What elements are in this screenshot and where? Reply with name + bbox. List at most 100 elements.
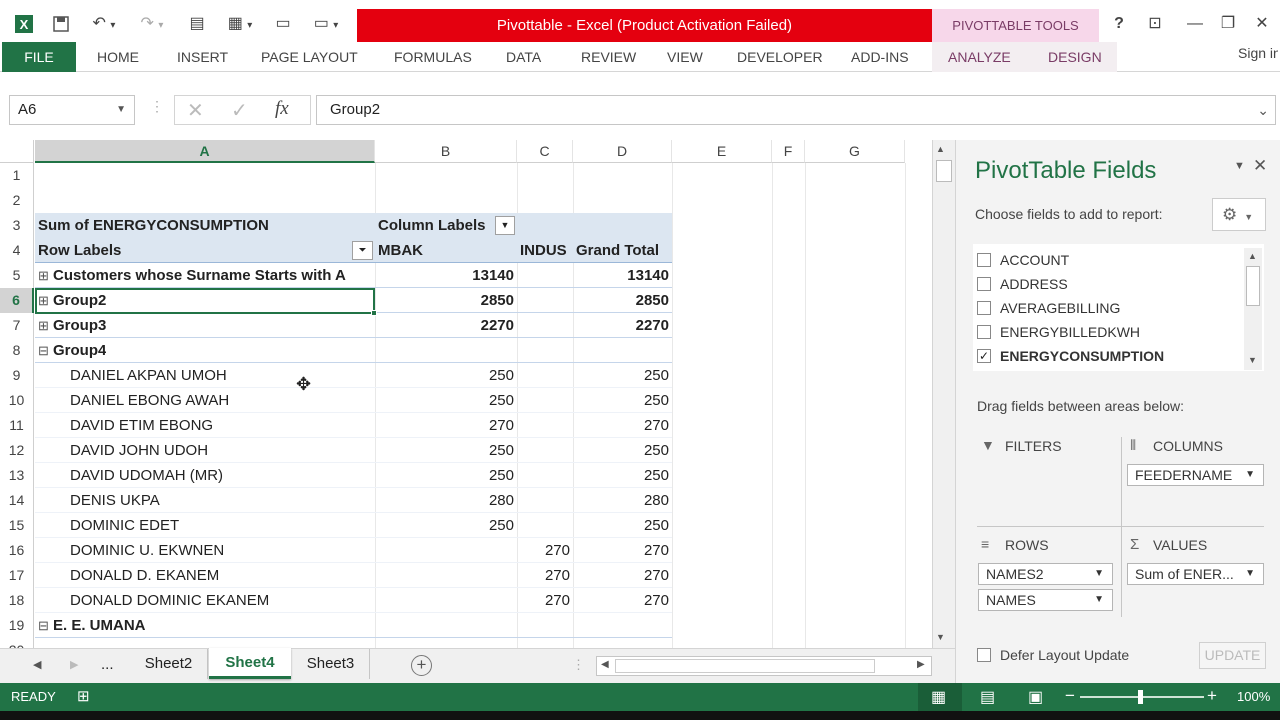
pivot-row-label[interactable]: DOMINIC EDET <box>70 513 179 538</box>
pivot-row-label[interactable]: Customers whose Surname Starts with A <box>53 263 346 288</box>
pivot-value-d[interactable] <box>573 338 669 363</box>
tab-sheet4[interactable]: Sheet4 <box>209 648 291 679</box>
column-header-a[interactable]: A <box>35 140 375 163</box>
tab-sheet3[interactable]: Sheet3 <box>292 649 370 679</box>
cancel-icon[interactable]: ✕ <box>187 98 204 123</box>
pivot-value-title[interactable]: Sum of ENERGYCONSUMPTION <box>38 213 269 238</box>
pivot-value-d[interactable]: 2270 <box>573 313 669 338</box>
prev-sheet-icon[interactable]: ◀ <box>33 658 41 671</box>
pivot-value-c[interactable] <box>517 263 570 288</box>
row-header-11[interactable]: 11 <box>0 413 34 438</box>
tab-design[interactable]: DESIGN <box>1048 42 1102 72</box>
save-icon[interactable] <box>48 10 74 38</box>
undo-icon[interactable]: ↶ ▾ <box>84 10 124 38</box>
row-labels-filter-icon[interactable]: ⏷ <box>352 241 373 260</box>
row-header-6[interactable]: 6 <box>0 288 34 313</box>
column-header-b[interactable]: B <box>375 140 517 163</box>
field-checkbox-energybilledkwh[interactable] <box>977 325 991 339</box>
row-header-8[interactable]: 8 <box>0 338 34 363</box>
row-header-9[interactable]: 9 <box>0 363 34 388</box>
worksheet-grid[interactable]: ABCDEFG 1234567891011121314151617181920 … <box>0 140 932 648</box>
pivot-value-c[interactable] <box>517 313 570 338</box>
pivot-value-b[interactable] <box>375 588 514 613</box>
field-checkbox-averagebilling[interactable] <box>977 301 991 315</box>
column-header-indus[interactable]: INDUS <box>520 238 573 263</box>
columns-item-feedername[interactable]: FEEDERNAME ▼ <box>1127 464 1264 486</box>
field-checkbox-address[interactable] <box>977 277 991 291</box>
restore-icon[interactable]: ❐ <box>1214 10 1242 38</box>
tab-sheet2[interactable]: Sheet2 <box>130 649 208 679</box>
row-header-19[interactable]: 19 <box>0 613 34 638</box>
pivot-value-d[interactable]: 250 <box>573 363 669 388</box>
tab-formulas[interactable]: FORMULAS <box>394 42 472 72</box>
pivot-row-label[interactable]: DAVID JOHN UDOH <box>70 438 208 463</box>
scroll-left-icon[interactable]: ◀ <box>601 659 609 670</box>
zoom-level[interactable]: 100% <box>1237 689 1270 704</box>
pivot-value-b[interactable]: 2270 <box>375 313 514 338</box>
name-box[interactable]: A6 ▼ <box>9 95 135 125</box>
vertical-scrollbar[interactable]: ▲ ▼ <box>932 140 955 648</box>
sign-in-link[interactable]: Sign in <box>1238 38 1278 68</box>
pivot-value-d[interactable]: 270 <box>573 563 669 588</box>
row-header-2[interactable]: 2 <box>0 188 34 213</box>
rows-item-names[interactable]: NAMES ▼ <box>978 589 1113 611</box>
row-header-1[interactable]: 1 <box>0 163 34 188</box>
minimize-icon[interactable]: — <box>1180 10 1210 38</box>
column-header-d[interactable]: D <box>573 140 672 163</box>
column-header-c[interactable]: C <box>517 140 573 163</box>
pivot-row-label[interactable]: Group3 <box>53 313 106 338</box>
field-label[interactable]: ADDRESS <box>1000 276 1068 292</box>
close-icon[interactable]: ✕ <box>1248 10 1276 38</box>
scroll-up-icon[interactable]: ▲ <box>936 144 945 154</box>
tab-home[interactable]: HOME <box>97 42 139 72</box>
pivot-row-label[interactable]: DAVID ETIM EBONG <box>70 413 213 438</box>
pivot-row-label[interactable]: DANIEL AKPAN UMOH <box>70 363 227 388</box>
pivot-value-b[interactable] <box>375 338 514 363</box>
pivot-value-b[interactable] <box>375 613 514 638</box>
page-layout-view-icon[interactable]: ▤ <box>980 687 995 707</box>
pivot-value-b[interactable] <box>375 563 514 588</box>
tab-review[interactable]: REVIEW <box>581 42 636 72</box>
page-break-view-icon[interactable]: ▣ <box>1028 687 1043 707</box>
pivot-value-b[interactable]: 270 <box>375 413 514 438</box>
expand-collapse-icon[interactable]: ⊞ <box>38 313 49 338</box>
enter-icon[interactable]: ✓ <box>231 98 248 123</box>
pivot-value-c[interactable] <box>517 438 570 463</box>
select-all-corner[interactable] <box>0 140 34 163</box>
tab-analyze[interactable]: ANALYZE <box>948 42 1011 72</box>
pivot-value-c[interactable]: 270 <box>517 538 570 563</box>
pivot-value-b[interactable] <box>375 538 514 563</box>
print-preview-icon[interactable]: ▦ ▾ <box>220 10 260 38</box>
scroll-right-icon[interactable]: ▶ <box>917 659 925 670</box>
expand-collapse-icon[interactable]: ⊟ <box>38 613 49 638</box>
fill-handle[interactable] <box>371 310 377 316</box>
pivot-value-c[interactable] <box>517 363 570 388</box>
column-header-mbak[interactable]: MBAK <box>378 238 423 263</box>
pivot-value-d[interactable]: 280 <box>573 488 669 513</box>
expand-formula-icon[interactable]: ⌄ <box>1257 96 1269 124</box>
row-header-12[interactable]: 12 <box>0 438 34 463</box>
pivot-row-label[interactable]: E. E. UMANA <box>53 613 146 638</box>
field-label[interactable]: ACCOUNT <box>1000 252 1069 268</box>
pivot-value-b[interactable]: 280 <box>375 488 514 513</box>
pivot-value-c[interactable] <box>517 488 570 513</box>
expand-collapse-icon[interactable]: ⊞ <box>38 263 49 288</box>
row-header-20[interactable]: 20 <box>0 638 34 648</box>
redo-icon[interactable]: ↷ ▾ <box>132 10 172 38</box>
pivot-value-c[interactable]: 270 <box>517 563 570 588</box>
tab-insert[interactable]: INSERT <box>177 42 228 72</box>
split-handle-icon[interactable]: ⋮ <box>572 657 585 673</box>
pivot-value-d[interactable]: 250 <box>573 438 669 463</box>
pivot-value-d[interactable]: 250 <box>573 463 669 488</box>
rows-item-names2[interactable]: NAMES2 ▼ <box>978 563 1113 585</box>
row-header-4[interactable]: 4 <box>0 238 34 263</box>
pivot-row-label[interactable]: DENIS UKPA <box>70 488 160 513</box>
column-header-f[interactable]: F <box>772 140 805 163</box>
pivot-value-c[interactable] <box>517 513 570 538</box>
pivot-value-b[interactable]: 250 <box>375 388 514 413</box>
expand-collapse-icon[interactable]: ⊟ <box>38 338 49 363</box>
tab-file[interactable]: FILE <box>2 42 76 72</box>
tab-page-layout[interactable]: PAGE LAYOUT <box>261 42 358 72</box>
row-header-16[interactable]: 16 <box>0 538 34 563</box>
form-icon[interactable]: ▤ <box>184 10 210 38</box>
